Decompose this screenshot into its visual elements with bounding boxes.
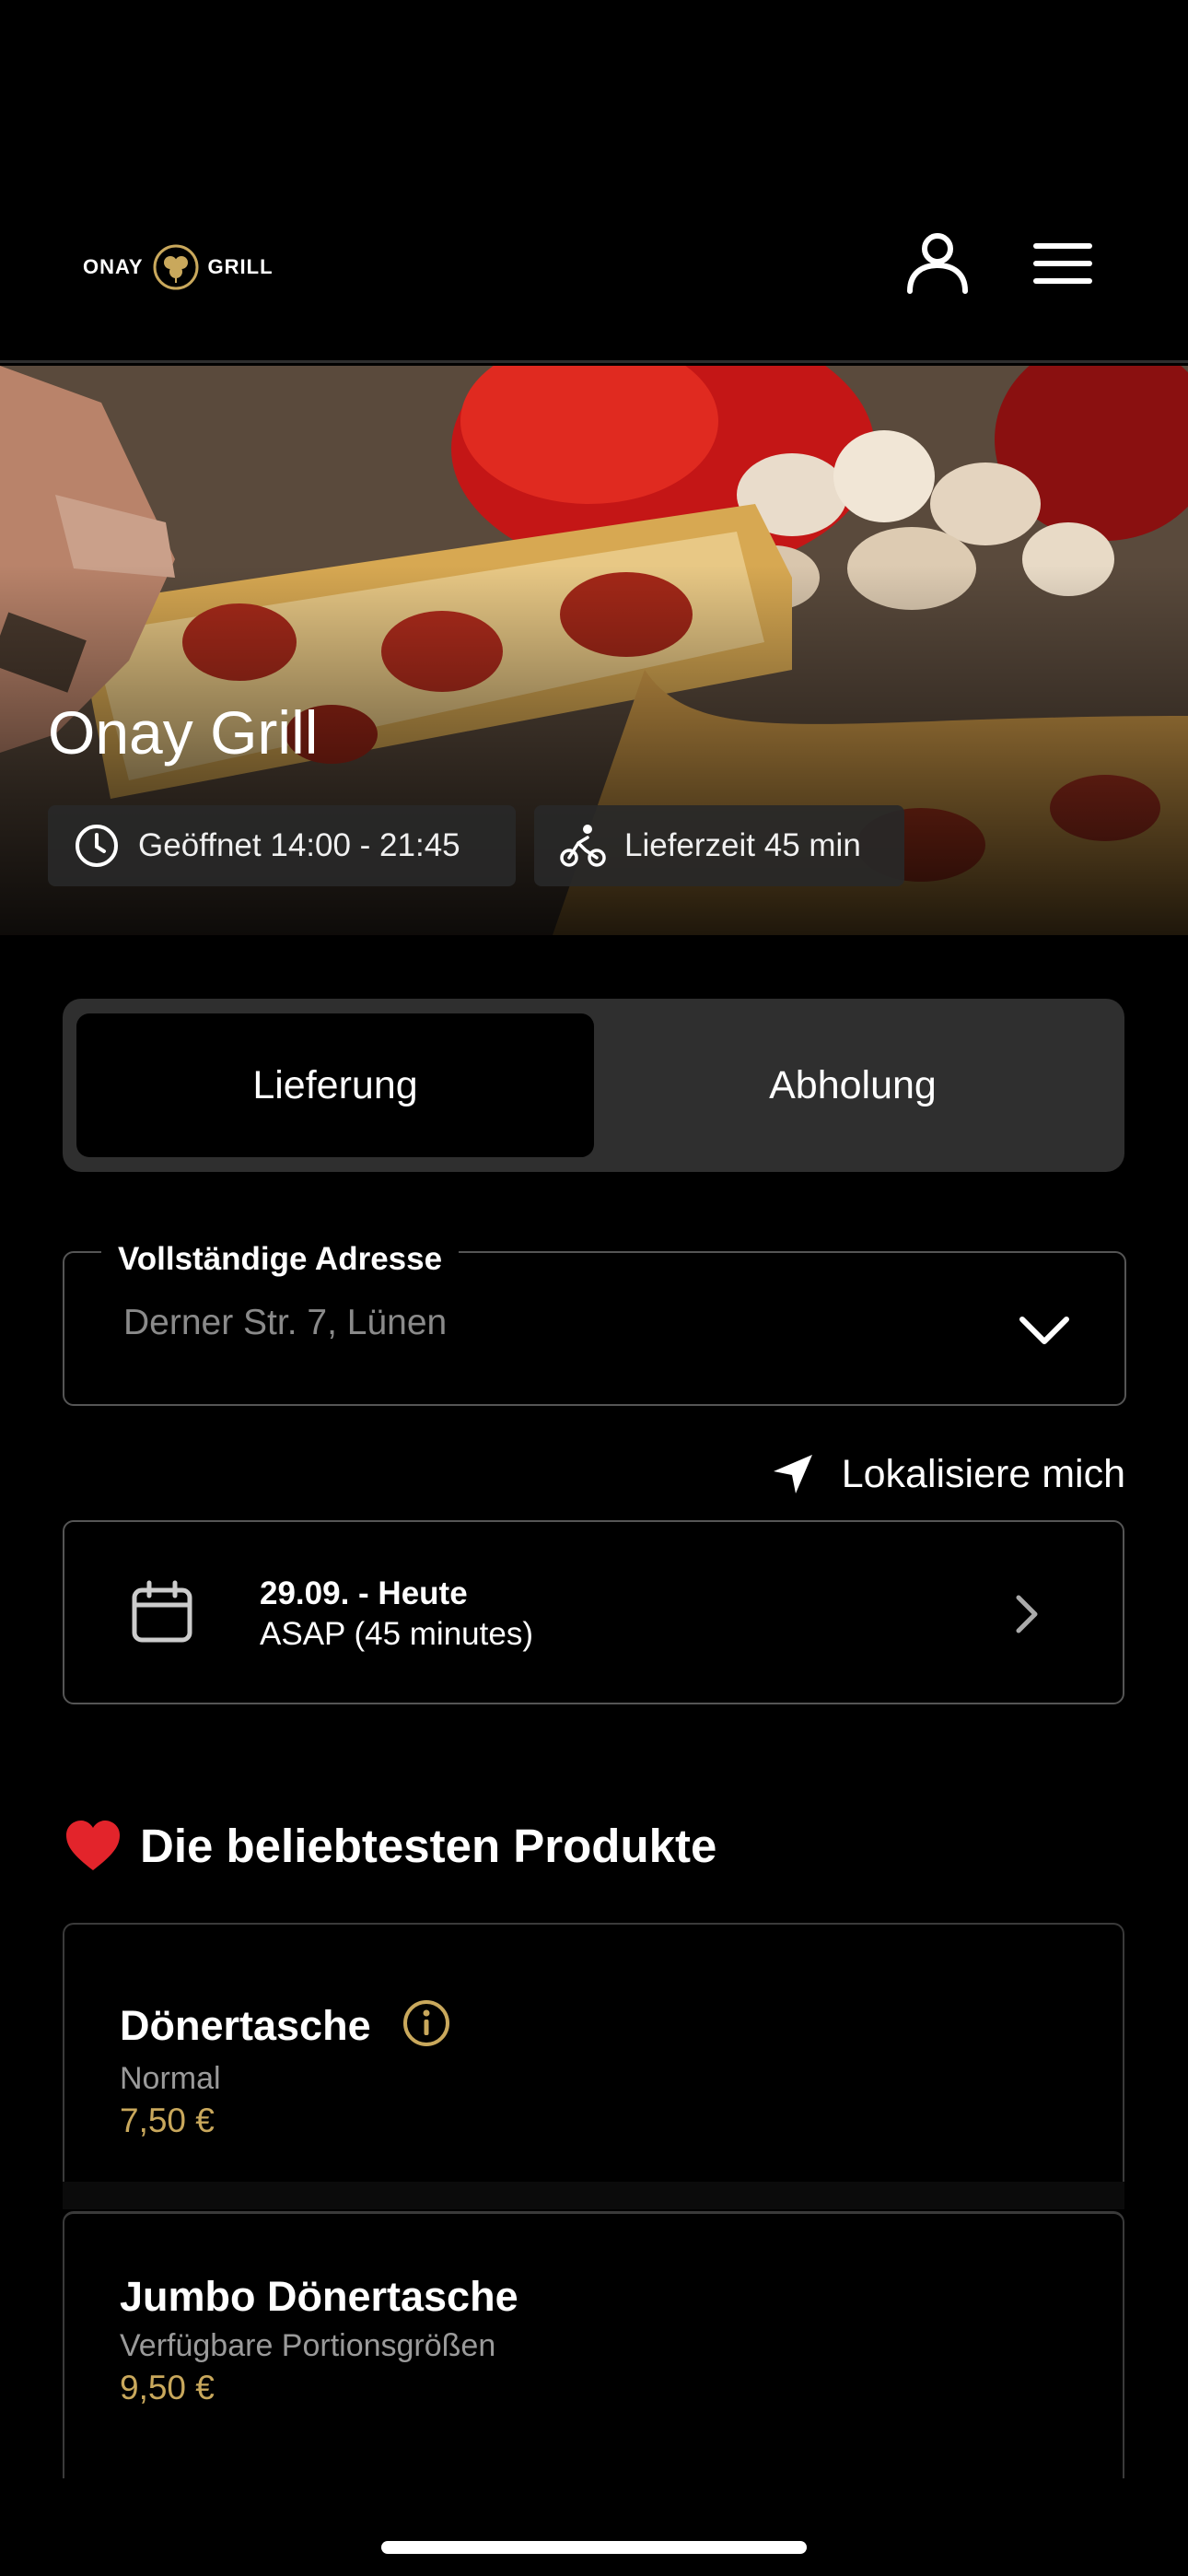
tab-lieferung[interactable]: Lieferung	[76, 1013, 594, 1157]
calendar-icon	[132, 1580, 192, 1643]
home-indicator[interactable]	[381, 2541, 807, 2554]
hero-banner: Onay Grill Geöffnet 14:00 - 21:45 Liefer…	[0, 366, 1188, 935]
product-price: 7,50 €	[120, 2102, 215, 2139]
order-mode-switch: Lieferung Abholung	[63, 999, 1124, 1172]
product-price: 9,50 €	[120, 2369, 215, 2406]
tab-abholung[interactable]: Abholung	[594, 1013, 1112, 1157]
address-placeholder: Derner Str. 7, Lünen	[123, 1303, 448, 1342]
delivery-time-text: Lieferzeit 45 min	[624, 827, 861, 863]
product-name: Dönertasche	[120, 2002, 371, 2049]
opening-hours-text: Geöffnet 14:00 - 21:45	[138, 827, 460, 863]
address-label: Vollständige Adresse	[101, 1239, 460, 1280]
logo-text-left: ONAY	[83, 255, 144, 278]
location-arrow-icon	[773, 1455, 812, 1493]
delivery-time-chip: Lieferzeit 45 min	[534, 805, 904, 886]
section-title-popular: Die beliebtesten Produkte	[64, 1813, 716, 1878]
product-card[interactable]: Jumbo Dönertasche Verfügbare Portionsgrö…	[63, 2211, 1124, 2478]
clover-logo-icon	[153, 244, 199, 290]
locate-me-label: Lokalisiere mich	[841, 1451, 1125, 1496]
delivery-time-slot: ASAP (45 minutes)	[260, 1616, 533, 1652]
user-icon[interactable]	[904, 228, 971, 295]
logo-text-right: GRILL	[207, 255, 274, 278]
product-variant: Normal	[120, 2061, 221, 2096]
delivery-date: 29.09. - Heute	[260, 1575, 468, 1611]
clock-icon	[76, 825, 118, 867]
bicycle-courier-icon	[560, 825, 606, 867]
product-name: Jumbo Dönertasche	[120, 2273, 518, 2320]
chevron-right-icon	[1016, 1595, 1038, 1633]
section-title-text: Die beliebtesten Produkte	[140, 1819, 717, 1872]
hamburger-menu-icon[interactable]	[1030, 238, 1096, 289]
locate-me-button[interactable]: Lokalisiere mich	[755, 1446, 1125, 1502]
opening-hours-chip: Geöffnet 14:00 - 21:45	[48, 805, 516, 886]
delivery-date-selector[interactable]: 29.09. - Heute ASAP (45 minutes)	[63, 1520, 1124, 1704]
product-card[interactable]: Dönertasche Normal 7,50 €	[63, 1923, 1124, 2208]
restaurant-title: Onay Grill	[48, 698, 319, 767]
heart-icon	[66, 1821, 120, 1870]
card-separator	[63, 2182, 1124, 2209]
chevron-down-icon[interactable]	[1015, 1306, 1074, 1352]
app-header: ONAY GRILL	[0, 0, 1188, 363]
onay-grill-logo[interactable]: ONAY GRILL	[83, 241, 274, 293]
product-variant: Verfügbare Portionsgrößen	[120, 2328, 496, 2363]
info-icon[interactable]	[402, 1998, 451, 2048]
